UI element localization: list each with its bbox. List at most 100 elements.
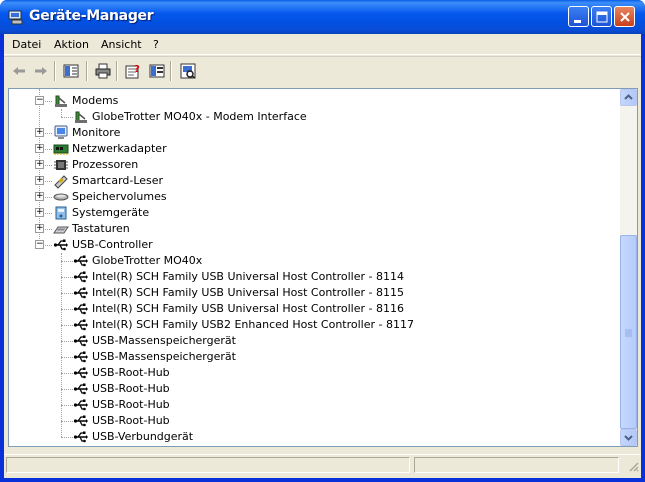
tree-connector bbox=[61, 293, 73, 294]
expand-icon[interactable]: + bbox=[35, 160, 44, 169]
expand-icon[interactable]: + bbox=[35, 208, 44, 217]
toolbar-separator bbox=[170, 61, 172, 81]
menu-help[interactable]: ? bbox=[153, 38, 159, 51]
tree-item-label: USB-Controller bbox=[72, 238, 153, 251]
properties-button[interactable]: ? bbox=[122, 61, 144, 81]
tree-connector bbox=[61, 261, 73, 262]
modem-icon bbox=[75, 111, 87, 123]
expand-icon[interactable]: + bbox=[35, 176, 44, 185]
tree-category-item[interactable]: + Speichervolumes bbox=[9, 189, 621, 205]
tree-category-item[interactable]: + Netzwerkadapter bbox=[9, 141, 621, 157]
tree-device-item[interactable]: Intel(R) SCH Family USB Universal Host C… bbox=[9, 269, 621, 285]
forward-button[interactable] bbox=[30, 61, 52, 81]
print-button[interactable] bbox=[92, 61, 114, 81]
tree-connector bbox=[61, 437, 73, 438]
tree-device-item[interactable]: USB-Root-Hub bbox=[9, 413, 621, 429]
menu-bar: Datei Aktion Ansicht ? bbox=[4, 34, 641, 55]
status-bar bbox=[4, 454, 641, 474]
menu-ansicht[interactable]: Ansicht bbox=[101, 38, 142, 51]
tree-device-item[interactable]: Intel(R) SCH Family USB2 Enhanced Host C… bbox=[9, 317, 621, 333]
expand-icon[interactable]: + bbox=[35, 144, 44, 153]
close-button[interactable] bbox=[614, 6, 635, 27]
tree-item-label: Intel(R) SCH Family USB Universal Host C… bbox=[92, 270, 404, 283]
device-tree[interactable]: − Modems GlobeTrotter MO40x - Modem Interf… bbox=[9, 89, 621, 446]
tree-device-item[interactable]: Intel(R) SCH Family USB Universal Host C… bbox=[9, 301, 621, 317]
tree-category-item[interactable]: − USB-Controller bbox=[9, 237, 621, 253]
tree-device-item[interactable]: USB-Massenspeichergerät bbox=[9, 333, 621, 349]
tree-item-label: GlobeTrotter MO40x bbox=[92, 254, 203, 267]
console-tree-button[interactable] bbox=[60, 61, 82, 81]
tree-item-label: Prozessoren bbox=[72, 158, 139, 171]
tree-connector bbox=[61, 421, 73, 422]
status-cell-main bbox=[6, 457, 410, 473]
tree-connector bbox=[61, 325, 73, 326]
expand-icon[interactable]: + bbox=[35, 128, 44, 137]
tree-item-label: USB-Root-Hub bbox=[92, 366, 170, 379]
console-tree-icon bbox=[63, 64, 79, 78]
tree-connector bbox=[61, 277, 73, 278]
tree-item-label: Netzwerkadapter bbox=[72, 142, 167, 155]
tree-category-item[interactable]: + Smartcard-Leser bbox=[9, 173, 621, 189]
tree-category-item[interactable]: + Systemgeräte bbox=[9, 205, 621, 221]
device-tree-pane[interactable]: − Modems GlobeTrotter MO40x - Modem Interf… bbox=[8, 88, 638, 447]
toolbar-separator bbox=[116, 61, 118, 81]
tree-item-label: Intel(R) SCH Family USB2 Enhanced Host C… bbox=[92, 318, 414, 331]
back-button[interactable] bbox=[8, 61, 30, 81]
tree-item-label: Systemgeräte bbox=[72, 206, 150, 219]
usb-icon bbox=[73, 319, 88, 331]
usb-icon bbox=[73, 351, 88, 363]
close-icon bbox=[620, 12, 630, 22]
tree-item-label: Smartcard-Leser bbox=[72, 174, 164, 187]
tree-device-item[interactable]: Intel(R) SCH Family USB Universal Host C… bbox=[9, 285, 621, 301]
tree-device-item[interactable]: USB-Verbundgerät bbox=[9, 429, 621, 445]
usb-icon bbox=[73, 399, 88, 411]
forward-arrow-icon bbox=[35, 67, 47, 75]
usb-icon bbox=[73, 431, 88, 443]
scan-hardware-icon bbox=[180, 63, 196, 79]
tree-device-item[interactable]: GlobeTrotter MO40x bbox=[9, 253, 621, 269]
expand-icon[interactable]: + bbox=[35, 192, 44, 201]
keyboard-icon bbox=[53, 226, 69, 234]
tree-device-item[interactable]: USB-Root-Hub bbox=[9, 397, 621, 413]
tree-category-item[interactable]: + Tastaturen bbox=[9, 221, 621, 237]
tree-device-item[interactable]: USB-Root-Hub bbox=[9, 365, 621, 381]
tree-category-item[interactable]: + Monitore bbox=[9, 125, 621, 141]
scroll-up-button[interactable] bbox=[620, 89, 637, 106]
chevron-down-icon bbox=[624, 435, 633, 441]
tree-category-item[interactable]: + Prozessoren bbox=[9, 157, 621, 173]
usb-icon bbox=[73, 271, 88, 283]
view-icon bbox=[149, 64, 165, 78]
tree-item-label: USB-Root-Hub bbox=[92, 382, 170, 395]
monitor-icon bbox=[54, 125, 68, 139]
tree-category-item[interactable]: − Modems bbox=[9, 93, 621, 109]
menu-aktion[interactable]: Aktion bbox=[54, 38, 89, 51]
device-manager-window: Geräte-Manager Datei Aktion Ansicht ? ? … bbox=[0, 0, 645, 482]
collapse-icon[interactable]: − bbox=[35, 96, 44, 105]
expand-icon[interactable]: + bbox=[35, 224, 44, 233]
scan-hardware-button[interactable] bbox=[177, 61, 199, 81]
title-bar[interactable]: Geräte-Manager bbox=[0, 0, 645, 34]
system-device-icon bbox=[55, 206, 67, 220]
scroll-down-button[interactable] bbox=[620, 429, 637, 446]
tree-device-item[interactable]: USB-Massenspeichergerät bbox=[9, 349, 621, 365]
tree-device-item[interactable]: GlobeTrotter MO40x - Modem Interface bbox=[9, 109, 621, 125]
menu-datei[interactable]: Datei bbox=[12, 38, 41, 51]
tree-connector bbox=[61, 309, 73, 310]
tree-item-label: USB-Massenspeichergerät bbox=[92, 334, 236, 347]
usb-icon bbox=[73, 383, 88, 395]
collapse-icon[interactable]: − bbox=[35, 240, 44, 249]
tree-item-label: USB-Root-Hub bbox=[92, 398, 170, 411]
maximize-button[interactable] bbox=[591, 6, 612, 27]
resize-grip-icon[interactable] bbox=[627, 460, 639, 472]
vertical-scrollbar[interactable] bbox=[620, 89, 637, 446]
usb-icon bbox=[73, 287, 88, 299]
toolbar: ? bbox=[4, 56, 641, 84]
tree-device-item[interactable]: USB-Root-Hub bbox=[9, 381, 621, 397]
print-icon bbox=[95, 63, 111, 79]
processor-icon bbox=[54, 160, 68, 170]
minimize-button[interactable] bbox=[568, 6, 589, 27]
back-arrow-icon bbox=[13, 67, 25, 75]
scroll-thumb[interactable] bbox=[620, 235, 637, 429]
modem-icon bbox=[55, 95, 67, 107]
view-button[interactable] bbox=[146, 61, 168, 81]
